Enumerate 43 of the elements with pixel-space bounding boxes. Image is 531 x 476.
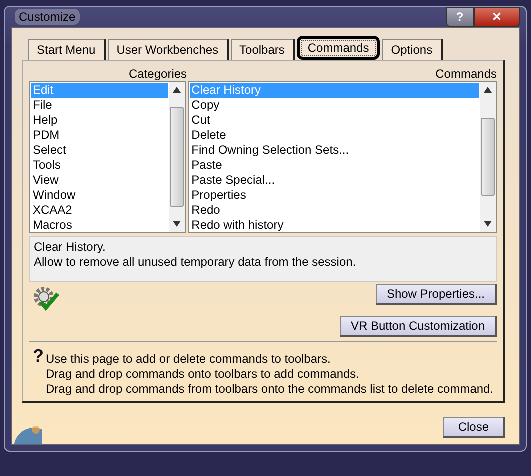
command-item[interactable]: Paste [190,158,479,173]
description-text: Clear History. [34,240,107,255]
tab[interactable]: Options [382,39,443,60]
scroll-up-icon[interactable] [484,87,492,93]
category-item[interactable]: View [31,173,168,188]
tab[interactable]: Commands [296,36,380,60]
window-title: Customize [15,9,80,25]
command-item[interactable]: Redo [190,203,479,218]
tab[interactable]: User Workbenches [108,39,229,60]
help-text: Drag and drop commands onto toolbars to add commands. [46,367,361,382]
command-item[interactable]: Cut [190,113,479,128]
vr-customization-button[interactable]: VR Button Customization [340,316,497,337]
scrollbar[interactable] [480,82,496,232]
command-item[interactable]: Copy [190,98,479,113]
command-item[interactable]: Find Owning Selection Sets... [190,143,479,158]
tab[interactable]: Toolbars [230,39,295,60]
list-header: Commands [436,67,497,81]
command-item[interactable]: Redo with history [190,218,479,233]
list-header: Categories [129,67,188,81]
category-item[interactable]: Macros [31,218,168,233]
help-text: Drag and drop commands from toolbars onto the commands list to delete command. [46,382,494,397]
help-icon: ? [33,348,44,397]
category-item[interactable]: PDM [31,128,168,143]
scrollbar[interactable] [168,82,185,232]
category-item[interactable]: Window [31,188,168,203]
command-item[interactable]: Paste Special... [190,173,479,188]
show-properties-button[interactable]: Show Properties... [376,284,497,305]
category-item[interactable]: Select [31,143,168,158]
tab[interactable]: Start Menu [28,39,106,60]
scroll-down-icon[interactable] [172,221,181,227]
category-item[interactable]: XCAA2 [31,203,168,218]
command-item[interactable]: Properties [190,188,479,203]
close-button[interactable]: Close [443,417,505,438]
gear-check-icon [33,286,61,312]
help-text: Use this page to add or delete commands to toolbars. [46,352,332,367]
category-item[interactable]: File [31,98,168,113]
description-text: Allow to remove all unused temporary data from the session. [34,255,358,270]
category-item[interactable]: Tools [31,158,168,173]
scroll-up-icon[interactable] [172,87,181,93]
category-item[interactable]: Help [31,113,168,128]
command-item[interactable]: Delete [190,128,479,143]
scroll-down-icon[interactable] [484,221,492,227]
close-button[interactable]: ✕ [474,7,520,27]
